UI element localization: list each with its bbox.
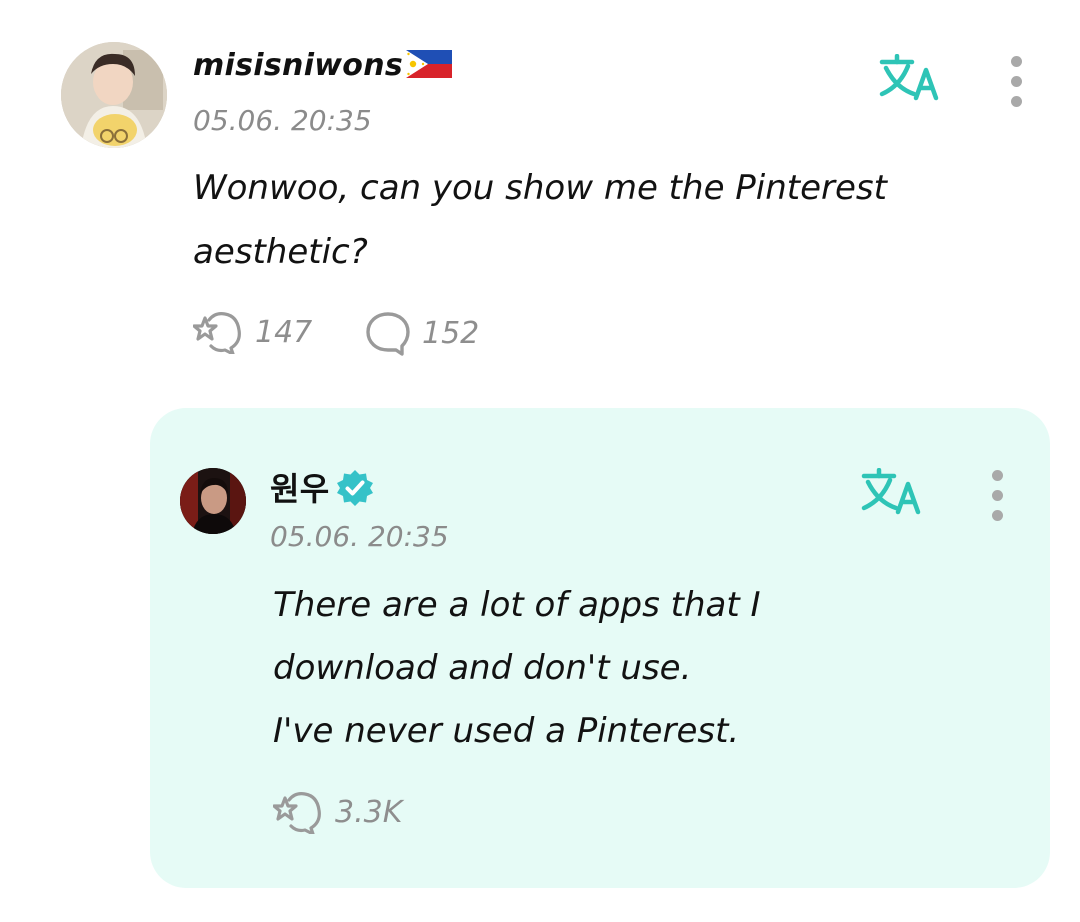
avatar-image [180,468,246,534]
translate-icon[interactable] [878,54,942,102]
like-count: 147 [255,314,313,350]
dot [991,470,1003,481]
like-count: 3.3K [335,794,403,830]
avatar-image [61,42,167,148]
post-timestamp: 05.06. 20:35 [193,104,372,137]
like-button[interactable]: 3.3K [273,790,402,834]
verified-badge-icon [337,470,374,506]
username-text: 원우 [270,470,330,508]
like-button[interactable]: 147 [193,310,312,354]
reply-username[interactable]: 원우 [270,464,375,510]
post-body: Wonwoo, can you show me the Pinterest ae… [193,168,887,272]
like-icon [193,312,241,354]
feed-page: misisniwons 05.06. 20:35 Wonwoo, can you… [0,0,1080,922]
more-options-icon[interactable] [1006,56,1026,107]
dot [991,490,1003,501]
comment-count: 152 [422,315,480,351]
dot [991,510,1003,521]
dot [1010,96,1022,107]
post: misisniwons 05.06. 20:35 Wonwoo, can you… [0,0,1080,400]
philippines-flag-icon [406,49,453,78]
reply-body: There are a lot of apps that I download … [273,585,761,751]
dot [1010,56,1022,67]
reply-card: 원우 05.06. 20:35 There are a lot of apps … [150,408,1050,888]
comment-button[interactable]: 152 [364,310,479,356]
reply-author-avatar[interactable] [180,468,246,534]
dot [1010,76,1022,87]
username-text: misisniwons [193,48,404,83]
comment-icon [366,312,410,356]
more-options-icon[interactable] [987,470,1007,521]
reply-timestamp: 05.06. 20:35 [270,520,449,553]
post-author-avatar[interactable] [61,42,167,148]
like-icon [273,792,321,834]
translate-icon[interactable] [860,468,924,516]
post-username[interactable]: misisniwons [193,48,453,83]
